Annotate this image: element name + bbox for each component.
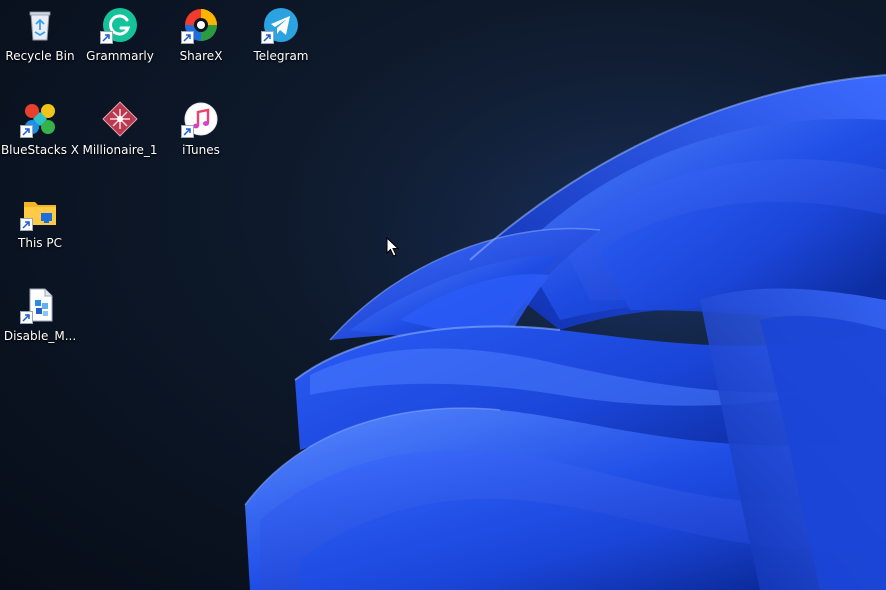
desktop[interactable]: Recycle Bin Grammarly ShareX Telegram Bl… [0, 0, 886, 590]
shortcut-arrow-icon [261, 31, 274, 44]
shortcut-arrow-icon [20, 218, 33, 231]
desktop-icon-millionaire[interactable]: Millionaire_1 [80, 96, 160, 168]
icon-label: ShareX [179, 49, 223, 63]
desktop-icon-itunes[interactable]: iTunes [161, 96, 241, 168]
icon-label: This PC [18, 236, 62, 250]
icon-label: iTunes [182, 143, 220, 157]
desktop-icon-telegram[interactable]: Telegram [241, 2, 321, 74]
sharex-icon [181, 6, 220, 44]
desktop-icon-recycle-bin[interactable]: Recycle Bin [0, 2, 80, 74]
shortcut-arrow-icon [20, 125, 33, 138]
recycle-bin-icon [21, 6, 59, 44]
this-pc-folder-icon [20, 193, 59, 231]
mouse-cursor-icon [386, 237, 400, 257]
icon-label: Millionaire_1 [82, 143, 158, 157]
millionaire-icon [101, 100, 139, 138]
desktop-icon-bluestacks-x[interactable]: BlueStacks X [0, 96, 80, 168]
icon-label: BlueStacks X [0, 143, 80, 157]
shortcut-arrow-icon [20, 311, 33, 324]
grammarly-icon [100, 6, 139, 44]
icon-label: Telegram [253, 49, 309, 63]
desktop-icon-grammarly[interactable]: Grammarly [80, 2, 160, 74]
desktop-icon-disable-m[interactable]: Disable_M... [0, 282, 80, 354]
icon-label: Grammarly [86, 49, 154, 63]
telegram-icon [261, 6, 300, 44]
desktop-icon-this-pc[interactable]: This PC [0, 189, 80, 261]
shortcut-arrow-icon [181, 31, 194, 44]
script-file-icon [20, 286, 59, 324]
shortcut-arrow-icon [181, 125, 194, 138]
desktop-icon-sharex[interactable]: ShareX [161, 2, 241, 74]
shortcut-arrow-icon [100, 31, 113, 44]
itunes-icon [181, 100, 220, 138]
wallpaper-bloom [0, 0, 886, 590]
icon-label: Recycle Bin [5, 49, 75, 63]
bluestacks-icon [20, 100, 59, 138]
icon-label: Disable_M... [3, 329, 77, 343]
